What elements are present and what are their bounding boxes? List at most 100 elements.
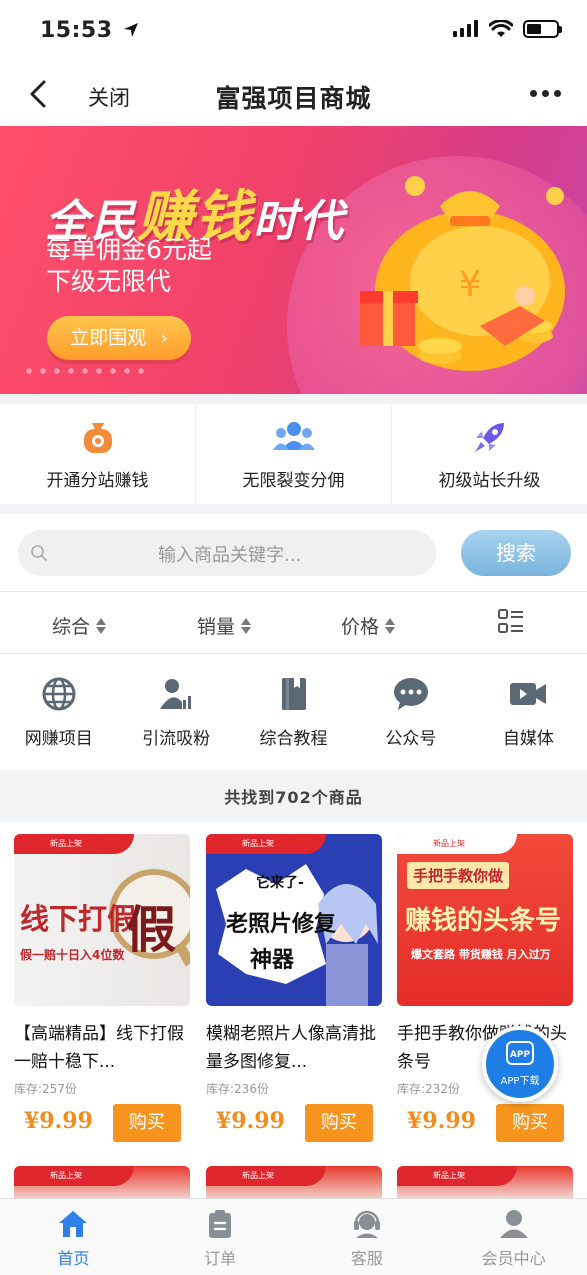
product-image-text: 假一赔十日入4位数 <box>20 948 125 962</box>
status-bar: 15:53 <box>0 0 587 62</box>
sort-arrows-icon <box>96 617 107 634</box>
clock-label: 15:53 <box>40 18 113 43</box>
svg-text:¥: ¥ <box>459 264 482 305</box>
battery-icon <box>523 20 562 38</box>
banner-cta-button[interactable]: 立即围观 › <box>47 316 191 360</box>
tab-label: 订单 <box>204 1249 237 1268</box>
rocket-icon <box>474 423 504 452</box>
product-image-text: 假 <box>126 901 176 959</box>
category-label: 网赚项目 <box>24 729 93 749</box>
product-image-text: 爆文套路 带货赚钱 月入过万 <box>411 948 551 961</box>
category-row: 网赚项目 引流吸粉 综合教程 公众号 自媒体 <box>0 654 587 770</box>
feature-row: 开通分站赚钱 无限裂变分佣 初级站长升级 <box>0 404 587 504</box>
product-image-text: 赚钱的头条号 <box>405 906 562 936</box>
buy-button[interactable]: 购买 <box>113 1104 181 1142</box>
tab-label: 会员中心 <box>481 1249 546 1268</box>
product-image-text: 线下打假 <box>20 902 137 936</box>
product-price: ¥9.99 <box>216 1108 285 1134</box>
product-tag: 新品上架 <box>206 1166 326 1186</box>
sort-arrows-icon <box>241 617 252 634</box>
category-online-earning[interactable]: 网赚项目 <box>0 654 117 770</box>
product-price: ¥9.99 <box>407 1108 476 1134</box>
buy-button[interactable]: 购买 <box>496 1104 564 1142</box>
page-title: 富强项目商城 <box>215 84 372 113</box>
tab-bar: 首页 订单 客服 会员中心 <box>0 1198 587 1275</box>
list-layout-icon[interactable] <box>498 608 524 636</box>
headset-icon <box>353 1210 380 1238</box>
tab-member-center[interactable]: 会员中心 <box>440 1199 587 1275</box>
product-stock: 库存:257份 <box>14 1082 77 1096</box>
product-image: 新品上架 它来了- 老照片修复 神器 <box>206 834 382 1006</box>
money-bag-illustration: ¥ <box>360 176 565 371</box>
feature-label: 开通分站赚钱 <box>46 471 149 491</box>
feature-unlimited-commission[interactable]: 无限裂变分佣 <box>196 404 392 504</box>
sort-price[interactable]: 价格 <box>341 612 396 639</box>
nav-bar: 关闭 富强项目商城 <box>0 62 587 126</box>
cellular-signal-icon <box>453 20 478 37</box>
user-chart-icon <box>160 679 192 709</box>
more-menu-icon[interactable] <box>530 90 561 97</box>
banner-line-1: 每单佣金6元起 <box>46 235 212 264</box>
sort-label: 销量 <box>197 616 236 638</box>
product-image: 新品上架 线下打假 假 假一赔十日入4位数 <box>14 834 190 1006</box>
search-button[interactable]: 搜索 <box>461 530 571 576</box>
promo-banner[interactable]: 全民赚钱时代 每单佣金6元起 下级无限代 立即围观 › ¥ <box>0 126 587 394</box>
tab-label: 客服 <box>350 1249 383 1268</box>
category-official-account[interactable]: 公众号 <box>352 654 469 770</box>
sort-label: 综合 <box>52 616 91 638</box>
category-self-media[interactable]: 自媒体 <box>470 654 587 770</box>
feature-label: 无限裂变分佣 <box>242 471 345 491</box>
category-label: 自媒体 <box>502 729 554 749</box>
app-download-button[interactable]: APP APP下载 <box>482 1026 558 1102</box>
product-image-text: 老照片修复 <box>226 912 337 937</box>
search-icon <box>31 545 47 561</box>
tab-label: 首页 <box>57 1249 90 1268</box>
product-stock: 库存:236份 <box>206 1082 269 1096</box>
category-label: 引流吸粉 <box>142 729 211 749</box>
product-tag: 新品上架 <box>397 834 517 854</box>
category-traffic[interactable]: 引流吸粉 <box>117 654 234 770</box>
feature-label: 初级站长升级 <box>438 471 541 491</box>
wifi-icon <box>489 20 513 37</box>
book-icon <box>281 678 306 710</box>
sort-arrows-icon <box>385 617 396 634</box>
product-title: 【高端精品】线下打假一赔十稳下... <box>14 1024 184 1072</box>
category-tutorial[interactable]: 综合教程 <box>235 654 352 770</box>
product-image-text: 它来了- <box>256 875 304 891</box>
product-grid: 新品上架 线下打假 假 假一赔十日入4位数 【高端精品】线下打假一赔十稳下...… <box>0 822 587 1206</box>
tab-orders[interactable]: 订单 <box>147 1199 294 1275</box>
search-row: 输入商品关键字... 搜索 <box>0 514 587 592</box>
sort-sales[interactable]: 销量 <box>197 612 252 639</box>
svg-text:APP: APP <box>510 1050 531 1060</box>
product-card[interactable]: 新品上架 它来了- 老照片修复 神器 模糊老照片人像高清批量多图修复... 库存… <box>206 834 382 1142</box>
product-image-text: 神器 <box>250 948 295 973</box>
result-count: 共找到702个商品 <box>0 772 587 822</box>
users-icon <box>272 422 315 450</box>
product-tag: 新品上架 <box>14 1166 134 1186</box>
buy-button[interactable]: 购买 <box>305 1104 373 1142</box>
product-tag: 新品上架 <box>397 1166 517 1186</box>
feature-upgrade[interactable]: 初级站长升级 <box>392 404 587 504</box>
product-title: 模糊老照片人像高清批量多图修复... <box>206 1024 376 1072</box>
banner-cta-label: 立即围观 <box>70 327 147 349</box>
product-image: 新品上架 手把手教你做 赚钱的头条号 爆文套路 带货赚钱 月入过万 <box>397 834 573 1006</box>
status-time: 15:53 <box>40 18 139 43</box>
location-arrow-icon <box>123 23 138 37</box>
status-indicators <box>453 20 562 38</box>
banner-line-2: 下级无限代 <box>46 267 172 296</box>
feature-open-substation[interactable]: 开通分站赚钱 <box>0 404 196 504</box>
tab-customer-service[interactable]: 客服 <box>294 1199 441 1275</box>
app-badge-icon: APP <box>506 1041 534 1065</box>
home-icon <box>59 1211 88 1237</box>
sort-comprehensive[interactable]: 综合 <box>52 612 107 639</box>
product-card[interactable]: 新品上架 线下打假 假 假一赔十日入4位数 【高端精品】线下打假一赔十稳下...… <box>14 834 190 1142</box>
sort-label: 价格 <box>341 616 380 638</box>
search-placeholder: 输入商品关键字... <box>158 545 302 566</box>
banner-dots-decoration <box>22 364 152 378</box>
tab-home[interactable]: 首页 <box>0 1199 147 1275</box>
product-image-text: 手把手教你做 <box>407 862 510 889</box>
app-download-label: APP下载 <box>500 1076 540 1087</box>
video-camera-icon <box>510 683 547 705</box>
person-icon <box>499 1210 528 1238</box>
category-label: 综合教程 <box>259 729 328 749</box>
